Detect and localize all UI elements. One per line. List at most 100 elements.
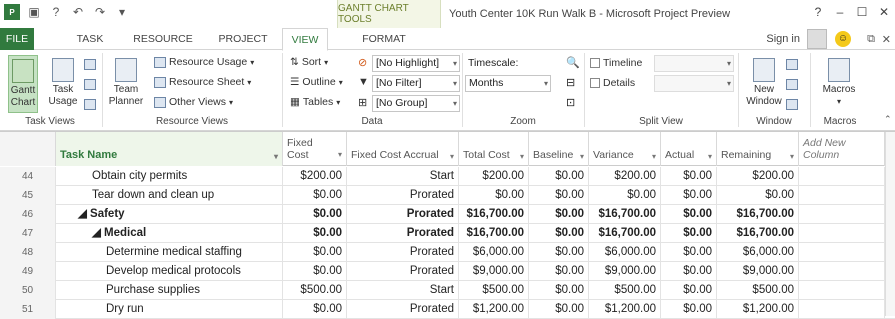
other-task-views-icon[interactable] [84,99,96,110]
tab-resource[interactable]: RESOURCE [130,28,196,50]
outline-button[interactable]: ☰ Outline ▾ [290,76,343,88]
task-name-cell[interactable]: Obtain city permits [56,167,283,186]
remaining-cell[interactable]: $16,700.00 [717,205,799,224]
tab-format[interactable]: FORMAT [355,28,413,50]
fixed-cost-cell[interactable]: $0.00 [283,205,347,224]
new-window-button[interactable]: New Window [746,55,782,108]
table-row[interactable]: 44 Obtain city permits $200.00 Start $200.00… [0,167,895,186]
task-name-cell[interactable]: Purchase supplies [56,281,283,300]
save-icon[interactable]: ▣ [26,4,42,20]
fixed-cost-accrual-cell[interactable]: Prorated [347,262,459,281]
gantt-chart-button[interactable]: Gantt Chart [8,55,38,113]
baseline-cell[interactable]: $0.00 [529,167,589,186]
empty-cell[interactable] [799,167,885,186]
total-cost-cell[interactable]: $1,200.00 [459,300,529,319]
empty-cell[interactable] [799,186,885,205]
variance-cell[interactable]: $16,700.00 [589,224,661,243]
table-row[interactable]: 49 Develop medical protocols $0.00 Prorated… [0,262,895,281]
header-add-new-column[interactable]: Add New Column [799,132,885,166]
fixed-cost-cell[interactable]: $500.00 [283,281,347,300]
team-planner-button[interactable]: Team Planner [106,55,146,108]
row-id-cell[interactable]: 47 [0,224,56,243]
avatar[interactable] [807,29,827,49]
network-diagram-icon[interactable] [84,59,96,70]
baseline-cell[interactable]: $0.00 [529,224,589,243]
header-total-cost[interactable]: Total Cost ▾ [459,132,529,166]
baseline-cell[interactable]: $0.00 [529,281,589,300]
total-cost-cell[interactable]: $16,700.00 [459,224,529,243]
actual-cell[interactable]: $0.00 [661,262,717,281]
zoom-icon[interactable]: 🔍 [566,56,580,69]
redo-icon[interactable]: ↷ [92,4,108,20]
actual-cell[interactable]: $0.00 [661,205,717,224]
total-cost-cell[interactable]: $16,700.00 [459,205,529,224]
baseline-cell[interactable]: $0.00 [529,186,589,205]
header-baseline[interactable]: Baseline ▾ [529,132,589,166]
task-name-cell[interactable]: ◢ Medical [56,224,283,243]
actual-cell[interactable]: $0.00 [661,281,717,300]
row-id-cell[interactable]: 51 [0,300,56,319]
baseline-cell[interactable]: $0.00 [529,243,589,262]
header-task-name[interactable]: Task Name ▾ [56,132,283,166]
help-circle-icon[interactable]: ? [48,4,64,20]
fixed-cost-cell[interactable]: $0.00 [283,300,347,319]
actual-cell[interactable]: $0.00 [661,186,717,205]
details-checkbox[interactable]: Details [590,77,635,89]
highlight-dropdown[interactable]: [No Highlight] ▾ [372,55,460,72]
task-name-cell[interactable]: Tear down and clean up [56,186,283,205]
table-row[interactable]: 46 ◢ Safety $0.00 Prorated $16,700.00 $0.00 $1… [0,205,895,224]
remaining-cell[interactable]: $0.00 [717,186,799,205]
fixed-cost-accrual-cell[interactable]: Prorated [347,186,459,205]
table-row[interactable]: 48 Determine medical staffing $0.00 Prorate… [0,243,895,262]
task-name-cell[interactable]: ◢ Safety [56,205,283,224]
row-id-cell[interactable]: 45 [0,186,56,205]
row-id-cell[interactable]: 48 [0,243,56,262]
remaining-cell[interactable]: $9,000.00 [717,262,799,281]
remaining-cell[interactable]: $1,200.00 [717,300,799,319]
empty-cell[interactable] [799,205,885,224]
remaining-cell[interactable]: $500.00 [717,281,799,300]
fixed-cost-cell[interactable]: $0.00 [283,262,347,281]
fixed-cost-cell[interactable]: $0.00 [283,224,347,243]
variance-cell[interactable]: $200.00 [589,167,661,186]
variance-cell[interactable]: $0.00 [589,186,661,205]
arrange-all-icon[interactable] [786,79,798,90]
sign-in-link[interactable]: Sign in [766,33,800,45]
fixed-cost-accrual-cell[interactable]: Prorated [347,224,459,243]
resource-sheet-button[interactable]: Resource Sheet ▾ [154,76,251,88]
actual-cell[interactable]: $0.00 [661,300,717,319]
table-row[interactable]: 47 ◢ Medical $0.00 Prorated $16,700.00 $0.00 $… [0,224,895,243]
empty-cell[interactable] [799,262,885,281]
total-cost-cell[interactable]: $200.00 [459,167,529,186]
variance-cell[interactable]: $1,200.00 [589,300,661,319]
fixed-cost-cell[interactable]: $0.00 [283,243,347,262]
filter-dropdown[interactable]: [No Filter] ▾ [372,75,460,92]
help-button[interactable]: ? [807,2,829,22]
resource-usage-button[interactable]: Resource Usage ▾ [154,56,254,68]
collapse-ribbon-icon[interactable]: ⌃ [884,114,892,125]
remaining-cell[interactable]: $16,700.00 [717,224,799,243]
task-name-cell[interactable]: Determine medical staffing [56,243,283,262]
ribbon-restore-icon[interactable]: ⧉ [867,33,875,46]
selected-tasks-icon[interactable]: ⊡ [566,96,575,109]
table-row[interactable]: 51 Dry run $0.00 Prorated $1,200.00 $0.00 $1,2… [0,300,895,319]
row-id-cell[interactable]: 49 [0,262,56,281]
table-row[interactable]: 50 Purchase supplies $500.00 Start $500.00 $0… [0,281,895,300]
task-name-cell[interactable]: Dry run [56,300,283,319]
fixed-cost-accrual-cell[interactable]: Start [347,167,459,186]
calendar-icon[interactable] [84,79,96,90]
minimize-button[interactable]: – [829,2,851,22]
other-views-button[interactable]: Other Views ▾ [154,96,233,108]
customize-qat-icon[interactable]: ▾ [114,4,130,20]
header-remaining[interactable]: Remaining ▾ [717,132,799,166]
fixed-cost-accrual-cell[interactable]: Start [347,281,459,300]
variance-cell[interactable]: $500.00 [589,281,661,300]
empty-cell[interactable] [799,300,885,319]
tables-button[interactable]: ▦ Tables ▾ [290,96,340,108]
header-fixed-cost-accrual[interactable]: Fixed Cost Accrual ▾ [347,132,459,166]
tab-file[interactable]: FILE [0,28,34,50]
sort-button[interactable]: ⇅ Sort ▾ [290,56,328,68]
variance-cell[interactable]: $9,000.00 [589,262,661,281]
actual-cell[interactable]: $0.00 [661,243,717,262]
baseline-cell[interactable]: $0.00 [529,262,589,281]
